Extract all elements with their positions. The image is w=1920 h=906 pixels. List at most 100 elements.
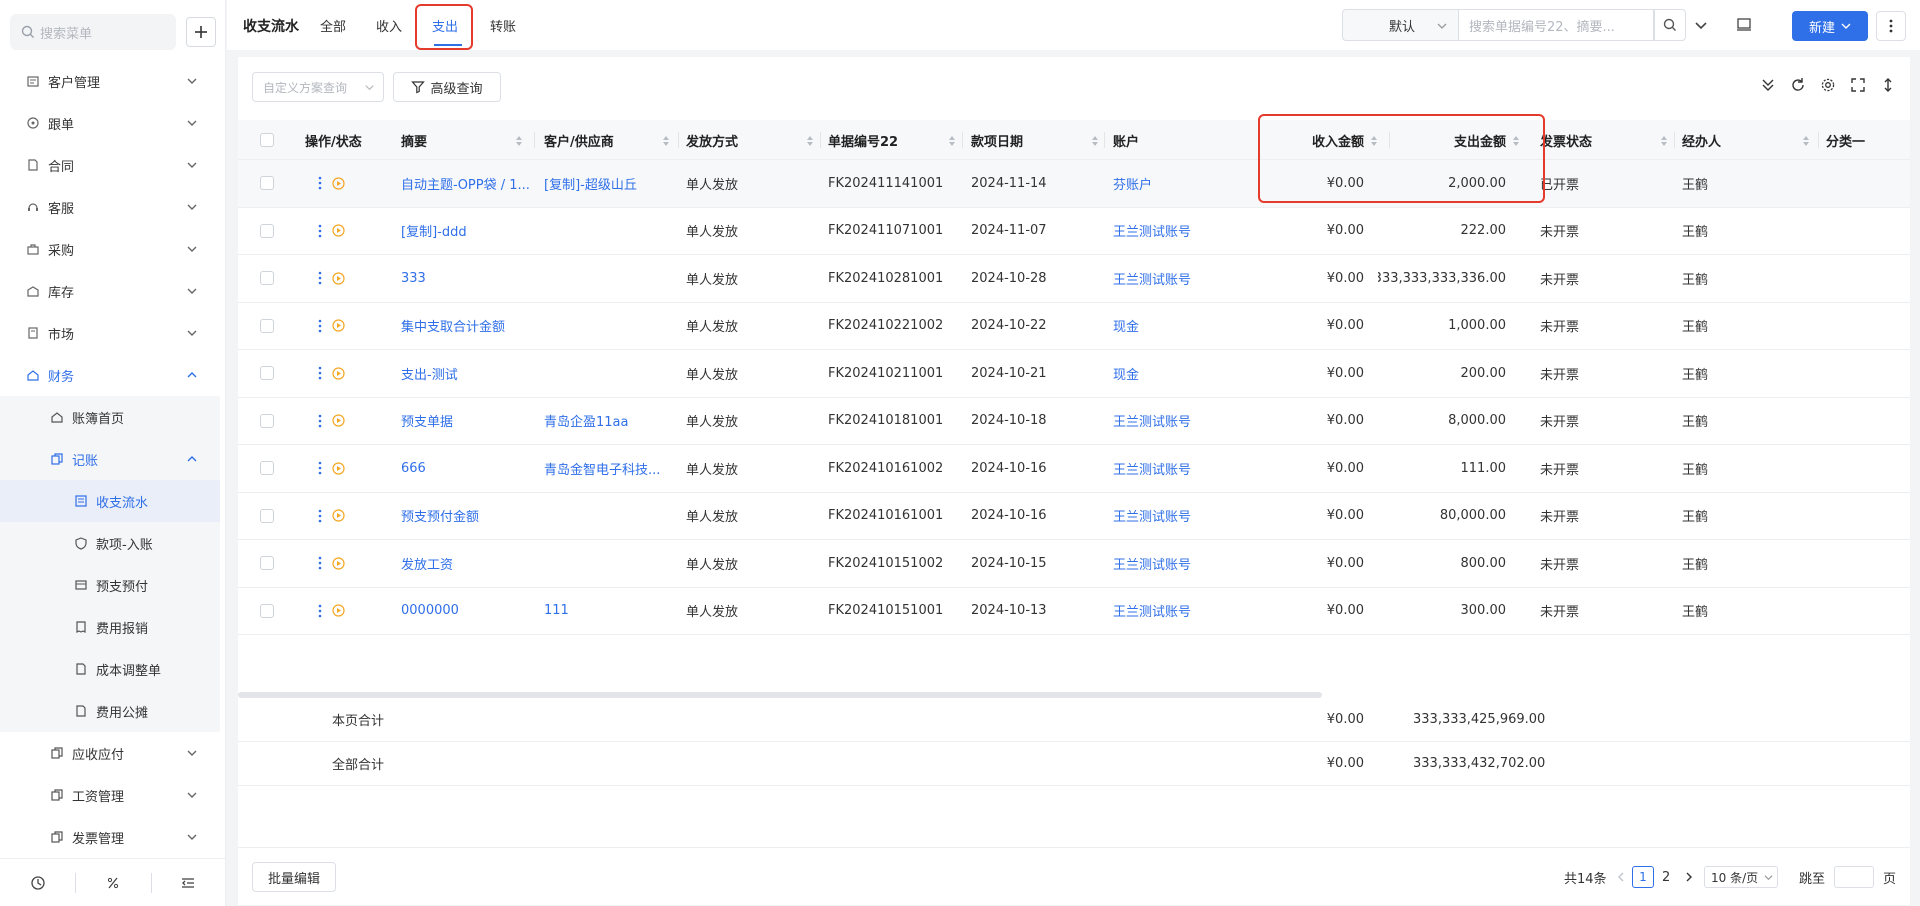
- sidebar-item-bookkeeping[interactable]: 记账: [0, 438, 220, 480]
- history-button[interactable]: [0, 859, 75, 906]
- batch-edit-button[interactable]: 批量编辑: [252, 862, 336, 892]
- account-link[interactable]: 王兰测试账号: [1113, 398, 1191, 445]
- more-button[interactable]: [1876, 11, 1906, 41]
- header-method[interactable]: 发放方式: [686, 120, 822, 160]
- table-row[interactable]: 发放工资 单人发放 FK202410151002 2024-10-15 王兰测试账号 ¥0…: [238, 540, 1910, 588]
- sidebar-item-purchase[interactable]: 采购: [0, 228, 220, 270]
- prev-page-button[interactable]: [1616, 848, 1626, 906]
- account-link[interactable]: 现金: [1113, 350, 1139, 397]
- more-vertical-icon[interactable]: [318, 509, 322, 523]
- sidebar-item-expense[interactable]: 费用报销: [0, 606, 220, 648]
- row-checkbox[interactable]: [260, 508, 274, 523]
- more-vertical-icon[interactable]: [318, 176, 322, 190]
- status-play-icon[interactable]: [332, 414, 345, 427]
- sort-icon[interactable]: [948, 135, 956, 147]
- partner-link[interactable]: 青岛金智电子科技...: [544, 445, 672, 492]
- document-search-input[interactable]: 搜索单据编号22、摘要...: [1458, 9, 1654, 41]
- row-checkbox[interactable]: [260, 366, 274, 381]
- table-row[interactable]: 0000000 111 单人发放 FK202410151001 2024-10-13 王兰…: [238, 587, 1910, 635]
- row-checkbox-cell[interactable]: [260, 445, 274, 492]
- sidebar-item-service[interactable]: 客服: [0, 186, 220, 228]
- account-link[interactable]: 王兰测试账号: [1113, 255, 1191, 302]
- row-checkbox-cell[interactable]: [260, 588, 274, 635]
- row-checkbox-cell[interactable]: [260, 398, 274, 445]
- row-checkbox[interactable]: [260, 271, 274, 286]
- page-size-select[interactable]: 10 条/页: [1704, 866, 1778, 888]
- settings-icon[interactable]: [1820, 77, 1836, 93]
- header-handler[interactable]: 经办人: [1682, 120, 1818, 160]
- partner-link[interactable]: 青岛企盈11aa: [544, 398, 672, 445]
- header-summary[interactable]: 摘要: [401, 120, 531, 160]
- partner-link[interactable]: 111: [544, 588, 672, 635]
- select-all-checkbox-cell[interactable]: [260, 120, 280, 160]
- summary-link[interactable]: 自动主题-OPP袋 / 1...: [401, 160, 529, 207]
- partner-link[interactable]: [544, 208, 672, 255]
- page-2-button[interactable]: 2: [1662, 848, 1670, 906]
- more-vertical-icon[interactable]: [318, 604, 322, 618]
- row-checkbox-cell[interactable]: [260, 493, 274, 540]
- more-vertical-icon[interactable]: [318, 271, 322, 285]
- status-play-icon[interactable]: [332, 367, 345, 380]
- tab-income[interactable]: 收入: [376, 16, 402, 35]
- monitor-icon[interactable]: [1735, 16, 1753, 34]
- row-checkbox[interactable]: [260, 556, 274, 571]
- row-checkbox[interactable]: [260, 176, 274, 191]
- sidebar-item-salary[interactable]: 工资管理: [0, 774, 220, 816]
- sidebar-item-receivable[interactable]: 应收应付: [0, 732, 220, 774]
- row-checkbox-cell[interactable]: [260, 255, 274, 302]
- tab-all[interactable]: 全部: [320, 16, 346, 35]
- row-checkbox-cell[interactable]: [260, 160, 274, 207]
- fullscreen-icon[interactable]: [1850, 77, 1866, 93]
- more-vertical-icon[interactable]: [318, 556, 322, 570]
- percent-button[interactable]: [75, 859, 150, 906]
- custom-query-select[interactable]: 自定义方案查询: [252, 72, 384, 102]
- sort-icon[interactable]: [1660, 135, 1668, 147]
- table-row[interactable]: 支出-测试 单人发放 FK202410211001 2024-10-21 现金 ¥0.00…: [238, 350, 1910, 398]
- next-page-button[interactable]: [1684, 848, 1694, 906]
- collapse-menu-button[interactable]: [150, 859, 226, 906]
- sidebar-item-cost-adjust[interactable]: 成本调整单: [0, 648, 220, 690]
- add-menu-button[interactable]: [186, 17, 216, 47]
- status-play-icon[interactable]: [332, 272, 345, 285]
- sidebar-item-invoice[interactable]: 发票管理: [0, 816, 220, 858]
- summary-link[interactable]: 发放工资: [401, 540, 529, 587]
- row-checkbox[interactable]: [260, 603, 274, 618]
- sidebar-item-payment-entry[interactable]: 款项-入账: [0, 522, 220, 564]
- table-row[interactable]: 预支单据 青岛企盈11aa 单人发放 FK202410181001 2024-10-18…: [238, 397, 1910, 445]
- status-play-icon[interactable]: [332, 509, 345, 522]
- refresh-icon[interactable]: [1790, 77, 1806, 93]
- table-row[interactable]: 333 单人发放 FK202410281001 2024-10-28 王兰测试账号 ¥0.…: [238, 255, 1910, 303]
- row-checkbox[interactable]: [260, 223, 274, 238]
- table-row[interactable]: 自动主题-OPP袋 / 1... [复制]-超级山丘 单人发放 FK202411141…: [238, 160, 1910, 208]
- advanced-query-button[interactable]: 高级查询: [393, 72, 501, 102]
- partner-link[interactable]: [复制]-超级山丘: [544, 160, 672, 207]
- sidebar-item-customer[interactable]: 客户管理: [0, 60, 220, 102]
- account-link[interactable]: 王兰测试账号: [1113, 588, 1191, 635]
- sidebar-item-follow[interactable]: 跟单: [0, 102, 220, 144]
- account-link[interactable]: 王兰测试账号: [1113, 208, 1191, 255]
- partner-link[interactable]: [544, 303, 672, 350]
- expand-all-icon[interactable]: [1760, 77, 1776, 93]
- page-1-button[interactable]: 1: [1632, 866, 1654, 888]
- partner-link[interactable]: [544, 255, 672, 302]
- row-checkbox[interactable]: [260, 461, 274, 476]
- summary-link[interactable]: 支出-测试: [401, 350, 529, 397]
- summary-link[interactable]: 集中支取合计金额: [401, 303, 529, 350]
- header-partner[interactable]: 客户/供应商: [544, 120, 678, 160]
- summary-link[interactable]: [复制]-ddd: [401, 208, 529, 255]
- status-play-icon[interactable]: [332, 224, 345, 237]
- sidebar-item-finance[interactable]: 财务: [0, 354, 220, 396]
- status-play-icon[interactable]: [332, 557, 345, 570]
- menu-search-input[interactable]: 搜索菜单: [10, 14, 176, 50]
- status-play-icon[interactable]: [332, 319, 345, 332]
- row-checkbox[interactable]: [260, 318, 274, 333]
- account-link[interactable]: 王兰测试账号: [1113, 445, 1191, 492]
- sort-icon[interactable]: [1091, 135, 1099, 147]
- more-vertical-icon[interactable]: [318, 461, 322, 475]
- sidebar-item-cashflow[interactable]: 收支流水: [0, 480, 220, 522]
- sidebar-item-prepay[interactable]: 预支预付: [0, 564, 220, 606]
- row-checkbox-cell[interactable]: [260, 350, 274, 397]
- tab-transfer[interactable]: 转账: [490, 16, 516, 35]
- new-button[interactable]: 新建: [1792, 11, 1868, 41]
- account-link[interactable]: 王兰测试账号: [1113, 540, 1191, 587]
